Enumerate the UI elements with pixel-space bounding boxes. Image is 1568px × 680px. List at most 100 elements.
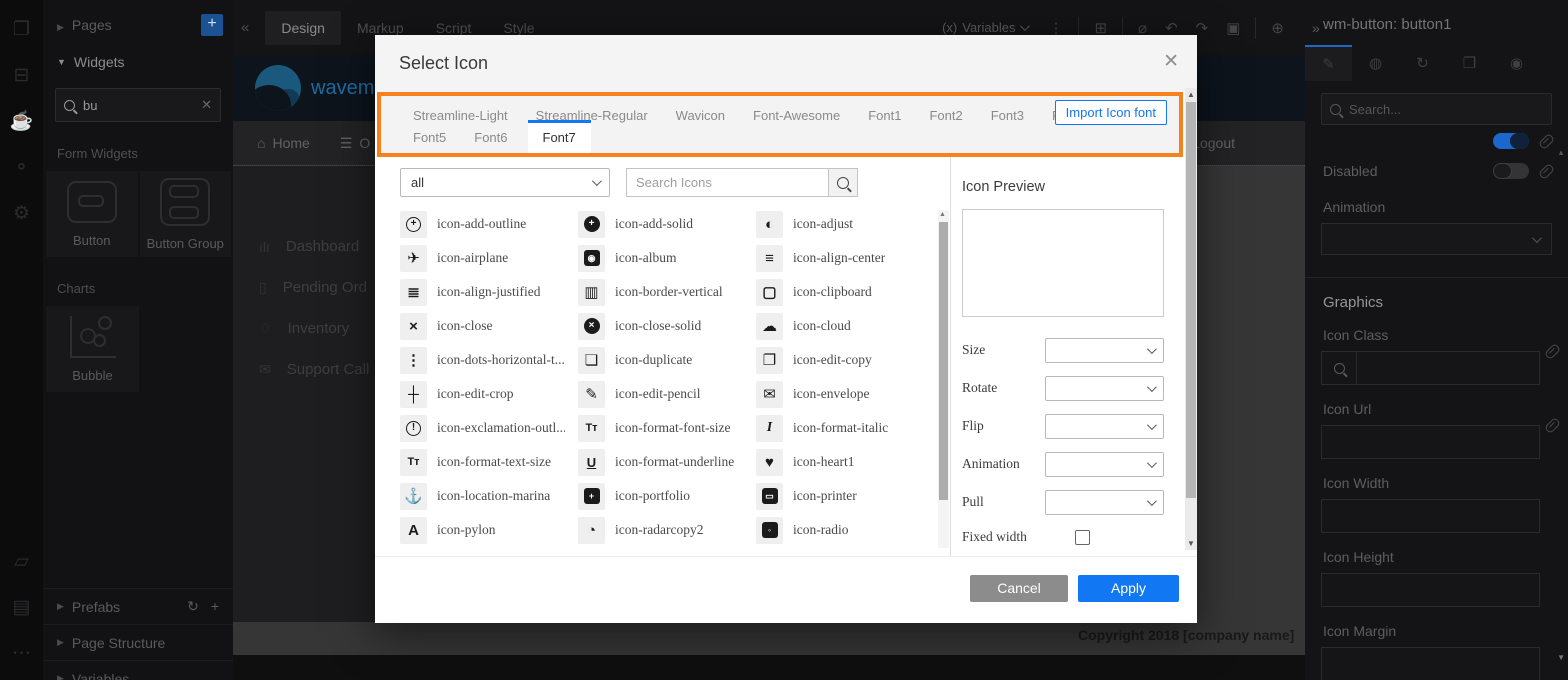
sidebar-item-variables[interactable]: ▶Variables [43,660,233,680]
scroll-up-icon[interactable]: ▲ [939,211,946,218]
font-tab-font-awesome[interactable]: Font-Awesome [753,103,840,128]
close-icon[interactable]: ✕ [1163,52,1179,71]
icon-option-icon-format-italic[interactable]: Iicon-format-italic [756,411,934,445]
icon-option-icon-adjust[interactable]: ◐icon-adjust [756,207,934,241]
icon-option-icon-location-marina[interactable]: ⚓icon-location-marina [400,479,578,513]
file-explorer-icon[interactable]: ▱ [0,538,43,584]
icon-option-icon-printer[interactable]: ▭icon-printer [756,479,934,513]
scroll-down-icon[interactable]: ▼ [1557,653,1565,662]
events-tab-icon[interactable]: ↻ [1399,45,1446,81]
properties-search-input[interactable]: Search... [1321,93,1552,125]
icon-option-icon-album[interactable]: ◉icon-album [578,241,756,275]
toggle-on-partial[interactable] [1493,133,1529,149]
expand-panel-icon[interactable]: » [1312,20,1320,36]
scroll-up-icon[interactable]: ▲ [1187,90,1195,99]
icon-search-button[interactable] [828,168,858,197]
icon-option-icon-format-text-size[interactable]: Tᴛicon-format-text-size [400,445,578,479]
scrollbar-thumb[interactable] [1186,102,1196,498]
more-icon[interactable]: ⋯ [0,630,43,676]
icon-option-icon-add-outline[interactable]: +icon-add-outline [400,207,578,241]
refresh-prefabs-icon[interactable]: ↻ [187,598,199,615]
bind-property-icon[interactable] [1544,417,1561,434]
icon-option-icon-align-justified[interactable]: ≣icon-align-justified [400,275,578,309]
font-tab-font1[interactable]: Font1 [868,103,901,128]
bind-property-icon[interactable] [1538,163,1555,180]
save-icon[interactable]: ▣ [1226,19,1240,37]
collapse-panel-icon[interactable]: « [241,19,249,36]
devices-tab-icon[interactable]: ❒ [1446,45,1493,81]
widget-search-input[interactable]: bu ✕ [55,88,221,122]
icon-option-icon-align-center[interactable]: ≡icon-align-center [756,241,934,275]
icon-option-icon-heart1[interactable]: ♥icon-heart1 [756,445,934,479]
tab-design[interactable]: Design [265,11,341,45]
zoom-icon[interactable]: ⊕ [1271,19,1284,37]
widget-tile-bubble[interactable]: Bubble [46,306,139,392]
fixed-width-checkbox[interactable] [1075,530,1090,545]
font-tab-font7[interactable]: Font7 [528,120,591,153]
widget-tile-button[interactable]: Button [46,171,138,257]
clear-search-icon[interactable]: ✕ [201,97,212,113]
icon-option-icon-add-solid[interactable]: +icon-add-solid [578,207,756,241]
icon-option-icon-envelope[interactable]: ✉icon-envelope [756,377,934,411]
apply-button[interactable]: Apply [1078,575,1179,602]
import-icon-font-button[interactable]: Import Icon font [1055,100,1167,125]
icon-option-icon-cloud[interactable]: ☁icon-cloud [756,309,934,343]
icon-option-icon-dots-horizontal-t[interactable]: ⋮icon-dots-horizontal-t... [400,343,578,377]
settings-icon[interactable]: ⚙ [0,190,43,236]
font-tab-font5[interactable]: Font5 [413,122,446,153]
icon-option-icon-format-underline[interactable]: Uicon-format-underline [578,445,756,479]
scroll-down-icon[interactable]: ▼ [1187,539,1195,548]
rotate-select[interactable] [1045,376,1164,401]
preview-icon[interactable]: ⌀ [1138,19,1147,37]
size-select[interactable] [1045,338,1164,363]
dialog-scrollbar[interactable]: ▲ ▼ [1185,88,1197,550]
icon-option-icon-close-solid[interactable]: ×icon-close-solid [578,309,756,343]
properties-tab-icon[interactable]: ✎ [1305,45,1352,81]
icon-option-icon-exclamation-outl[interactable]: !icon-exclamation-outl... [400,411,578,445]
disabled-toggle[interactable] [1493,163,1529,179]
icon-class-input[interactable] [1321,351,1540,385]
category-select[interactable]: all [400,168,610,197]
icon-option-icon-portfolio[interactable]: +icon-portfolio [578,479,756,513]
icon-height-input[interactable] [1321,573,1540,607]
redo-icon[interactable]: ↷ [1196,19,1209,37]
java-services-icon[interactable]: ☕ [0,98,43,144]
font-tab-font6[interactable]: Font6 [474,122,507,153]
icon-option-icon-edit-copy[interactable]: ❐icon-edit-copy [756,343,934,377]
sidebar-item-pages[interactable]: ▶Pages [57,17,112,33]
icon-option-icon-format-font-size[interactable]: Tᴛicon-format-font-size [578,411,756,445]
icon-option-icon-close[interactable]: ×icon-close [400,309,578,343]
icon-list-scrollbar[interactable]: ▲ [938,210,949,548]
sidebar-item-widgets[interactable]: ▼Widgets [57,54,223,70]
animation-select[interactable] [1045,452,1164,477]
styles-tab-icon[interactable]: ◍ [1352,45,1399,81]
icon-search-input[interactable]: Search Icons [626,168,829,197]
kebab-menu-icon[interactable]: ⋮ [1048,19,1063,37]
icon-option-icon-edit-pencil[interactable]: ✎icon-edit-pencil [578,377,756,411]
database-icon[interactable]: ⊟ [0,52,43,98]
pages-icon[interactable]: ❐ [0,6,43,52]
icon-url-input[interactable] [1321,425,1540,459]
icon-width-input[interactable] [1321,499,1540,533]
add-prefab-icon[interactable]: + [211,598,219,615]
hints-tab-icon[interactable]: ◉ [1493,45,1540,81]
font-tab-font3[interactable]: Font3 [991,103,1024,128]
logs-icon[interactable]: ▤ [0,584,43,630]
flip-select[interactable] [1045,414,1164,439]
add-page-button[interactable]: + [201,14,223,36]
icon-option-icon-edit-crop[interactable]: ┼icon-edit-crop [400,377,578,411]
icon-option-icon-border-vertical[interactable]: ▥icon-border-vertical [578,275,756,309]
sidebar-item-prefabs[interactable]: ▶Prefabs↻+ [43,588,233,624]
bind-property-icon[interactable] [1544,343,1561,360]
animation-select[interactable] [1321,223,1552,255]
layout-icon[interactable]: ⊞ [1094,19,1107,37]
sidebar-item-page-structure[interactable]: ▶Page Structure [43,624,233,660]
icon-option-icon-radarcopy2[interactable]: ◔icon-radarcopy2 [578,513,756,547]
font-tab-font2[interactable]: Font2 [929,103,962,128]
icon-option-icon-radio[interactable]: ◦icon-radio [756,513,934,547]
icon-option-icon-pylon[interactable]: Aicon-pylon [400,513,578,547]
bind-property-icon[interactable] [1538,133,1555,150]
icon-option-icon-airplane[interactable]: ✈icon-airplane [400,241,578,275]
font-tab-wavicon[interactable]: Wavicon [676,103,725,128]
pull-select[interactable] [1045,490,1164,515]
